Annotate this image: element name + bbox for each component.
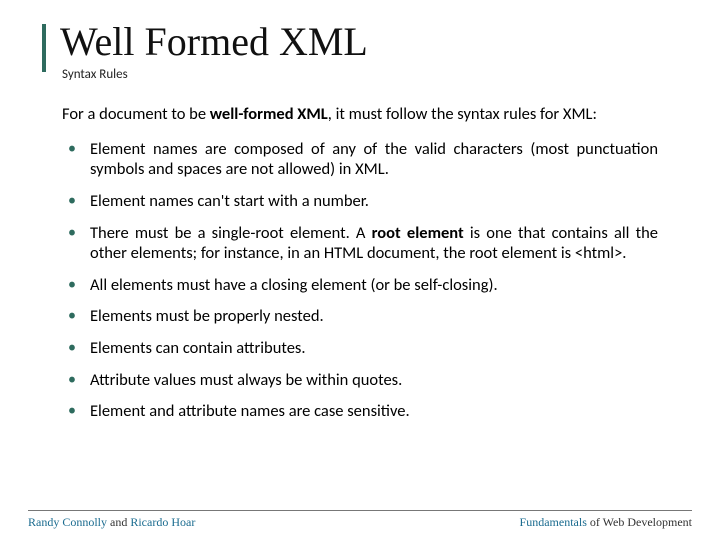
list-item: Elements must be properly nested.	[62, 306, 658, 327]
rule-pre: There must be a single-root element. A	[90, 223, 372, 243]
list-item: Attribute values must always be within q…	[62, 370, 658, 391]
footer-row: Randy Connolly and Ricardo Hoar Fundamen…	[28, 515, 692, 530]
intro-post: , it must follow the syntax rules for XM…	[328, 104, 597, 124]
footer-left: Randy Connolly and Ricardo Hoar	[28, 515, 195, 530]
slide-subtitle: Syntax Rules	[62, 67, 668, 82]
author-link-2: Ricardo Hoar	[130, 515, 195, 529]
list-item: Element names are composed of any of the…	[62, 139, 658, 180]
book-title-rest: of Web Development	[587, 515, 692, 529]
footer-and: and	[107, 515, 130, 529]
rule-bold: root element	[372, 223, 464, 243]
rule-text: Elements must be properly nested.	[90, 306, 324, 326]
rule-text: Elements can contain attributes.	[90, 338, 306, 358]
footer-divider	[28, 510, 692, 511]
rule-text: All elements must have a closing element…	[90, 275, 498, 295]
list-item: Element and attribute names are case sen…	[62, 401, 658, 422]
slide-title: Well Formed XML	[60, 18, 668, 65]
footer-right: Fundamentals of Web Development	[520, 515, 692, 530]
author-link-1: Randy Connolly	[28, 515, 107, 529]
rule-text: Element names are composed of any of the…	[90, 139, 658, 180]
rule-text: Element names can't start with a number.	[90, 191, 369, 211]
book-title-link: Fundamentals	[520, 515, 587, 529]
intro-paragraph: For a document to be well-formed XML, it…	[62, 104, 658, 125]
list-item: All elements must have a closing element…	[62, 275, 658, 296]
intro-pre: For a document to be	[62, 104, 210, 124]
slide: Well Formed XML Syntax Rules For a docum…	[0, 0, 720, 540]
list-item: Element names can't start with a number.	[62, 191, 658, 212]
rule-text: Element and attribute names are case sen…	[90, 401, 410, 421]
rule-text: Attribute values must always be within q…	[90, 370, 402, 390]
list-item: There must be a single-root element. A r…	[62, 223, 658, 264]
list-item: Elements can contain attributes.	[62, 338, 658, 359]
rules-list: Element names are composed of any of the…	[62, 139, 658, 422]
accent-bar	[42, 24, 46, 72]
footer: Randy Connolly and Ricardo Hoar Fundamen…	[0, 510, 720, 530]
intro-bold: well-formed XML	[210, 104, 328, 124]
